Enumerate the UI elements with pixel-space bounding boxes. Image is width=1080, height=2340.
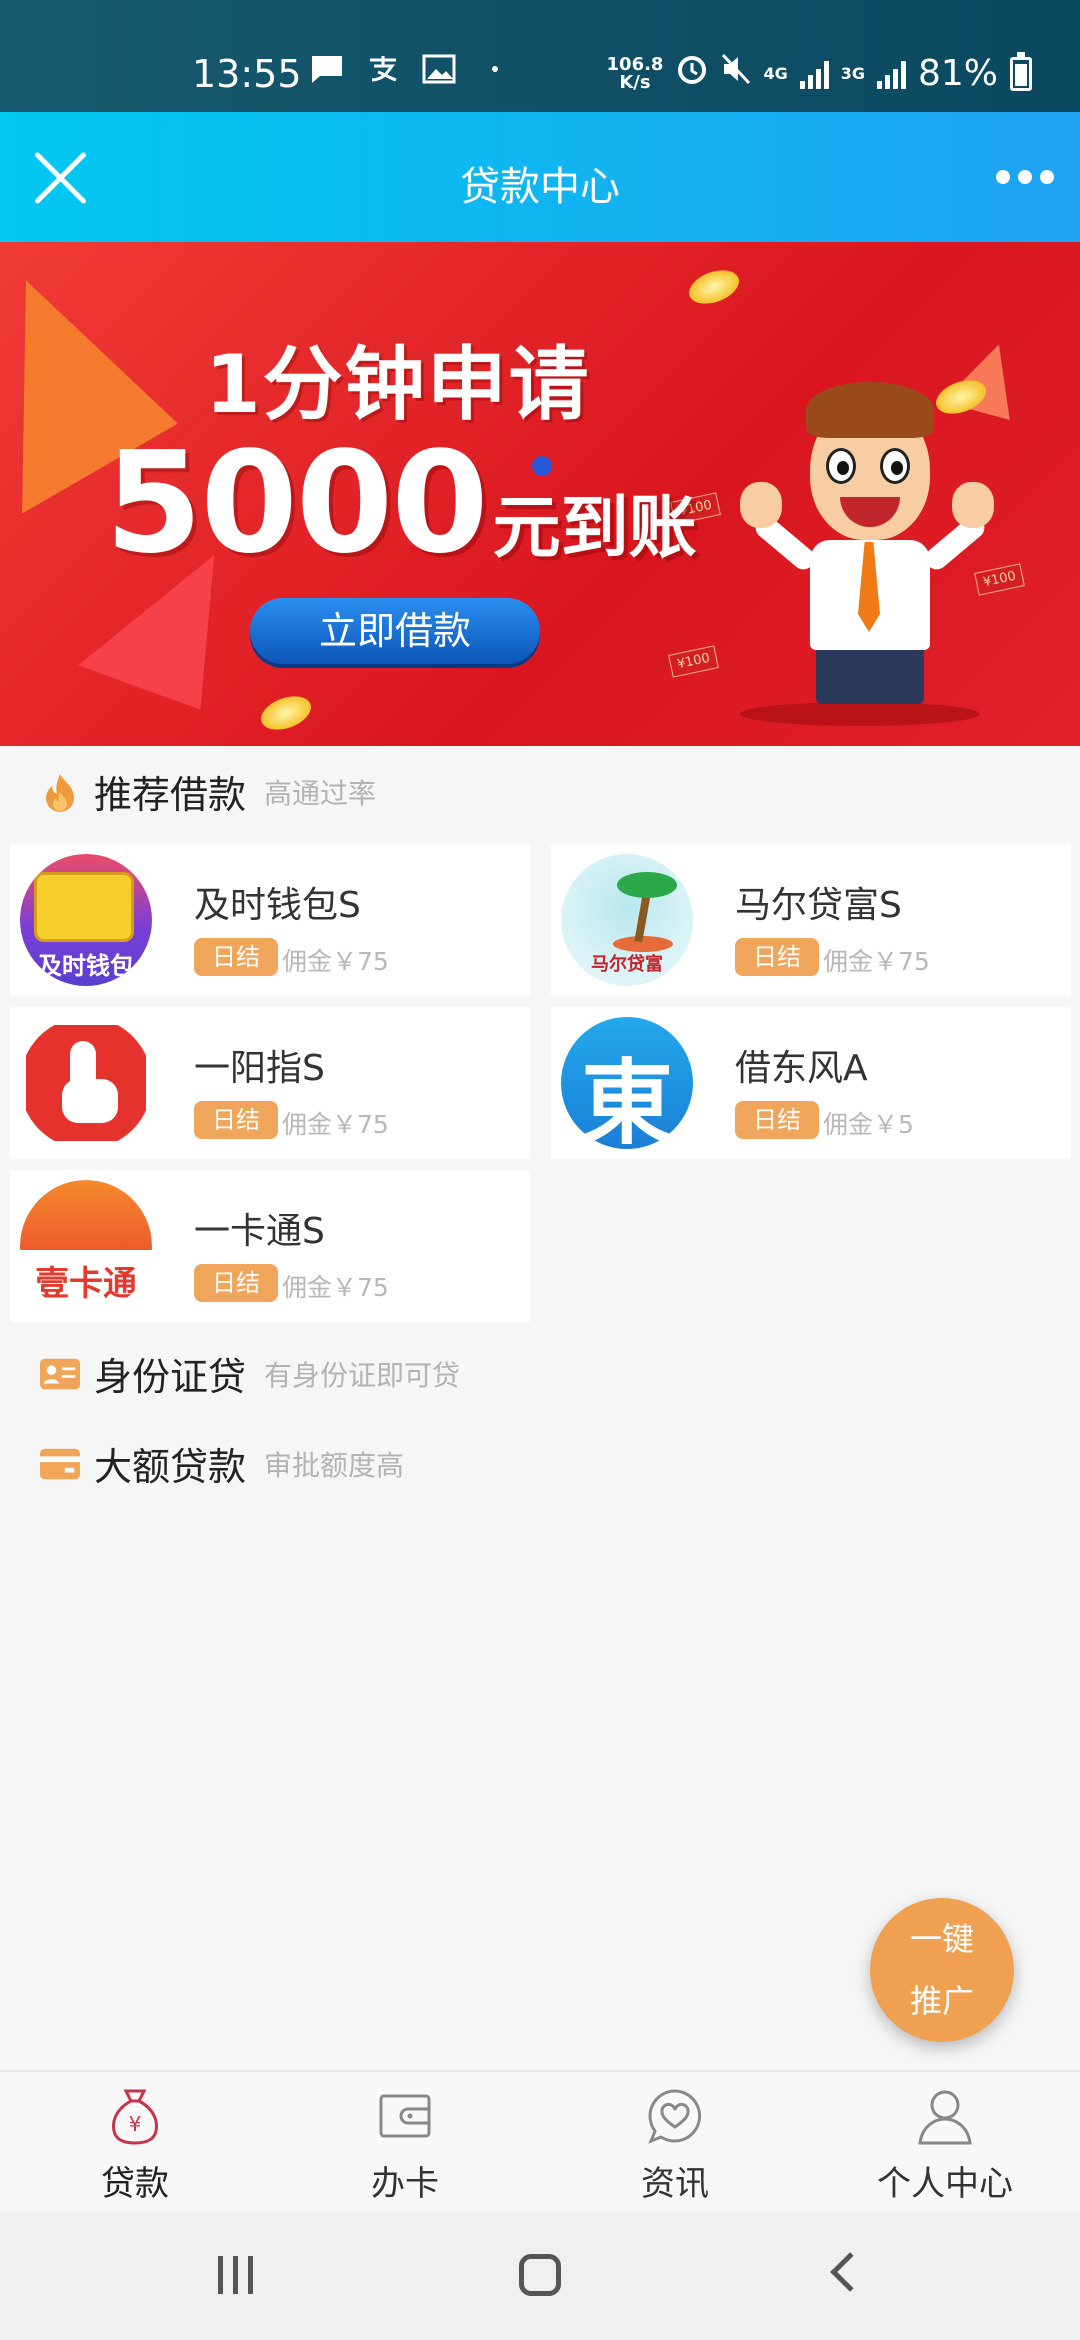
cartoon-man-illustration (740, 382, 1000, 726)
loan-name: 一卡通S (194, 1211, 325, 1252)
coin-icon (684, 264, 744, 310)
settlement-tag: 日结 (194, 1101, 278, 1139)
loan-card-jiedongfeng[interactable]: 東 借东风A 日结 佣金￥5 (551, 1007, 1071, 1159)
notification-icons (310, 54, 512, 84)
loan-name: 马尔贷富S (735, 885, 902, 926)
fab-line1: 一键 (909, 1920, 974, 1958)
loan-card-yiyangzhi[interactable]: 一阳指S 日结 佣金￥75 (10, 1007, 530, 1159)
nav-item-card[interactable]: 办卡 (270, 2072, 540, 2212)
net-speed: 106.8 K/s (606, 53, 664, 93)
more-options-icon[interactable] (990, 162, 1060, 192)
signal-4g-icon (799, 59, 829, 89)
net-speed-value: 106.8 (606, 53, 664, 75)
loan-name: 及时钱包S (194, 885, 361, 926)
nav-label: 个人中心 (877, 2164, 1013, 2204)
svg-text:¥: ¥ (129, 2112, 142, 2136)
signal-3g-icon (876, 59, 906, 89)
settlement-tag: 日结 (735, 938, 819, 976)
status-bar: 13:55 106.8 K/s 4G 3G 81% (0, 0, 1080, 112)
back-icon[interactable] (830, 2252, 870, 2292)
loan-card-maer[interactable]: 马尔贷富 马尔贷富S 日结 佣金￥75 (551, 844, 1071, 996)
nav-label: 办卡 (371, 2164, 439, 2204)
loan-card-jishi[interactable]: 及时钱包 及时钱包S 日结 佣金￥75 (10, 844, 530, 996)
section-subtitle: 高通过率 (264, 776, 377, 810)
settlement-tag: 日结 (735, 1101, 819, 1139)
message-icon (310, 54, 344, 84)
bottom-nav: ¥ 贷款 办卡 资讯 个人中心 (0, 2070, 1080, 2212)
network-4g: 4G (763, 63, 788, 83)
logo-text: 马尔贷富 (591, 954, 663, 975)
banner-amount: 5000 (105, 422, 489, 585)
recommended-section-header: 推荐借款 高通过率 (40, 764, 376, 819)
commission-text: 佣金￥75 (282, 1110, 389, 1139)
loan-name: 一阳指S (194, 1048, 325, 1089)
fab-line2: 推广 (909, 1982, 974, 2020)
finger-logo-icon (20, 1017, 152, 1149)
coin-icon (256, 690, 316, 736)
one-click-promote-button[interactable]: 一键 推广 (870, 1898, 1014, 2042)
banner-amount-suffix: 元到账 (492, 489, 697, 568)
page-title: 贷款中心 (460, 164, 620, 210)
palm-island-logo-icon: 马尔贷富 (561, 854, 693, 986)
wallet-logo-icon: 及时钱包 (20, 854, 152, 986)
section-subtitle: 审批额度高 (264, 1448, 405, 1482)
banner-amount-line: 5000 元到账 (105, 422, 697, 585)
banner-headline: 1分钟申请 (205, 338, 591, 431)
alarm-icon (675, 52, 709, 95)
redpack-icon: ¥100 (668, 645, 719, 678)
large-loan-section-header[interactable]: 大额贷款 审批额度高 (40, 1436, 404, 1491)
home-icon[interactable] (519, 2254, 561, 2296)
nav-item-news[interactable]: 资讯 (540, 2072, 810, 2212)
section-title: 身份证贷 (94, 1355, 247, 1399)
flame-icon (40, 772, 80, 812)
section-title: 大额贷款 (94, 1445, 247, 1489)
dot-icon (478, 54, 512, 84)
battery-icon (1010, 51, 1032, 91)
nav-item-profile[interactable]: 个人中心 (810, 2072, 1080, 2212)
loan-card-yikatong[interactable]: 壹卡通 一卡通S 日结 佣金￥75 (10, 1170, 530, 1322)
nav-label: 贷款 (101, 2164, 169, 2204)
image-icon (422, 54, 456, 84)
nav-item-loan[interactable]: ¥ 贷款 (0, 2072, 270, 2212)
system-nav-bar (0, 2212, 1080, 2340)
wallet-card-icon (375, 2086, 435, 2146)
logo-text: 及时钱包 (38, 952, 134, 980)
person-icon (915, 2086, 975, 2146)
settlement-tag: 日结 (194, 938, 278, 976)
status-right: 106.8 K/s 4G 3G 81% (606, 51, 1032, 95)
battery-percent: 81% (917, 53, 998, 94)
commission-text: 佣金￥75 (823, 947, 930, 976)
net-speed-unit: K/s (619, 71, 651, 93)
section-title: 推荐借款 (94, 773, 247, 817)
mute-icon (721, 53, 751, 94)
id-loan-section-header[interactable]: 身份证贷 有身份证即可贷 (40, 1346, 460, 1401)
loan-name: 借东风A (735, 1048, 868, 1089)
commission-text: 佣金￥75 (282, 947, 389, 976)
money-bag-icon: ¥ (105, 2086, 165, 2146)
title-bar: 贷款中心 (0, 112, 1080, 242)
commission-text: 佣金￥5 (823, 1110, 914, 1139)
commission-text: 佣金￥75 (282, 1273, 389, 1302)
status-time: 13:55 (192, 52, 302, 96)
card-logo-icon: 壹卡通 (20, 1180, 152, 1312)
borrow-now-button[interactable]: 立即借款 (250, 598, 540, 664)
logo-text: 東 (580, 1049, 673, 1149)
alipay-icon (366, 54, 400, 84)
heart-chat-icon (645, 2086, 705, 2146)
settlement-tag: 日结 (194, 1264, 278, 1302)
bank-card-icon (40, 1444, 80, 1484)
dong-logo-icon: 東 (561, 1017, 693, 1149)
section-subtitle: 有身份证即可贷 (264, 1358, 461, 1392)
nav-label: 资讯 (641, 2164, 709, 2204)
promo-banner[interactable]: ¥100 ¥100 ¥100 1分钟申请 5000 元到账 立即借款 (0, 242, 1080, 746)
id-card-icon (40, 1354, 80, 1394)
recent-apps-icon[interactable] (218, 2256, 253, 2294)
logo-text: 壹卡通 (35, 1264, 137, 1304)
network-3g: 3G (840, 63, 865, 83)
